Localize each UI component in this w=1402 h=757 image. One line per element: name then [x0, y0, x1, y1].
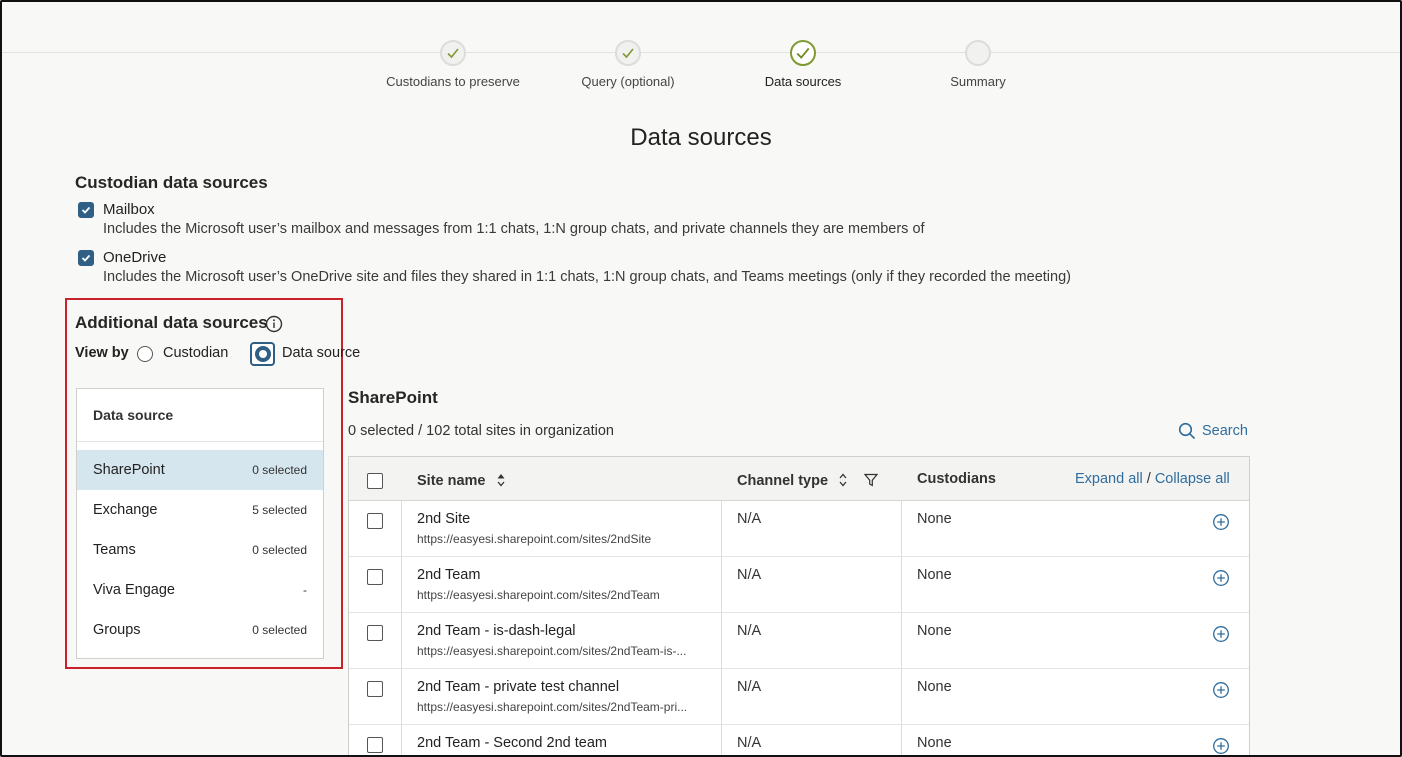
- search-icon: [1178, 422, 1196, 440]
- mailbox-description: Includes the Microsoft user’s mailbox an…: [103, 221, 925, 237]
- info-icon[interactable]: [265, 315, 283, 333]
- ds-item-sharepoint[interactable]: SharePoint 0 selected: [77, 450, 323, 490]
- check-icon: [440, 40, 466, 66]
- sharepoint-title: SharePoint: [348, 388, 438, 407]
- view-by-custodian-label: Custodian: [163, 345, 229, 361]
- row-checkbox[interactable]: [367, 625, 383, 641]
- data-source-panel: Data source SharePoint 0 selected Exchan…: [76, 388, 324, 659]
- custodians-value: None: [917, 567, 952, 583]
- channel-type-header[interactable]: Channel type: [737, 472, 879, 489]
- site-name: 2nd Site: [417, 511, 471, 527]
- search-label: Search: [1202, 423, 1248, 439]
- sort-icon[interactable]: [496, 472, 506, 488]
- onedrive-description: Includes the Microsoft user’s OneDrive s…: [103, 269, 1071, 285]
- site-name: 2nd Team - Second 2nd team: [417, 735, 607, 751]
- add-custodian-icon[interactable]: [1212, 737, 1230, 755]
- collapse-all-link[interactable]: Collapse all: [1155, 471, 1230, 487]
- step-label: Summary: [950, 74, 1006, 89]
- ds-item-exchange[interactable]: Exchange 5 selected: [77, 490, 323, 530]
- view-by-data-source-radio[interactable]: [250, 342, 275, 366]
- view-by-label: View by: [75, 345, 129, 361]
- additional-sources-heading: Additional data sources: [75, 313, 268, 332]
- site-url: https://easyesi.sharepoint.com/sites/2nd…: [417, 532, 652, 546]
- ds-item-name: SharePoint: [93, 462, 165, 478]
- view-by-data-source-label: Data source: [282, 345, 361, 361]
- row-checkbox[interactable]: [367, 681, 383, 697]
- search-button[interactable]: Search: [1178, 422, 1248, 440]
- add-custodian-icon[interactable]: [1212, 681, 1230, 699]
- ds-item-teams[interactable]: Teams 0 selected: [77, 530, 323, 570]
- site-url: https://easyesi.sharepoint.com/sites/2nd…: [417, 588, 660, 602]
- custodians-value: None: [917, 623, 952, 639]
- ds-item-count: 0 selected: [252, 463, 307, 477]
- row-checkbox[interactable]: [367, 569, 383, 585]
- onedrive-checkbox[interactable]: [78, 250, 94, 266]
- sort-icon[interactable]: [838, 472, 848, 488]
- ds-item-count: 0 selected: [252, 543, 307, 557]
- custodians-value: None: [917, 511, 952, 527]
- site-name: 2nd Team - private test channel: [417, 679, 620, 695]
- step-label: Query (optional): [581, 74, 675, 89]
- step-custodians[interactable]: Custodians to preserve: [363, 40, 543, 89]
- channel-type: N/A: [737, 623, 762, 639]
- step-data-sources[interactable]: Data sources: [713, 40, 893, 89]
- select-all-checkbox[interactable]: [367, 473, 383, 489]
- sites-table: Site name Channel type Custodians Expand: [348, 456, 1250, 755]
- custodians-header: Custodians: [917, 471, 996, 487]
- sharepoint-count: 0 selected / 102 total sites in organiza…: [348, 423, 614, 439]
- channel-type: N/A: [737, 679, 762, 695]
- custodians-value: None: [917, 679, 952, 695]
- custodian-sources-heading: Custodian data sources: [75, 173, 268, 192]
- table-row[interactable]: 2nd Team - Second 2nd team N/A None: [349, 725, 1249, 755]
- row-checkbox[interactable]: [367, 513, 383, 529]
- ds-item-count: 5 selected: [252, 503, 307, 517]
- expand-all-link[interactable]: Expand all: [1075, 471, 1143, 487]
- site-url: https://easyesi.sharepoint.com/sites/2nd…: [417, 644, 687, 658]
- view-by-custodian-radio[interactable]: [137, 346, 153, 362]
- step-query[interactable]: Query (optional): [538, 40, 718, 89]
- ds-item-viva-engage[interactable]: Viva Engage -: [77, 570, 323, 610]
- step-label: Data sources: [764, 74, 842, 89]
- table-row[interactable]: 2nd Team - private test channel https://…: [349, 669, 1249, 725]
- site-name-header[interactable]: Site name: [417, 472, 506, 489]
- check-icon: [790, 40, 816, 66]
- site-name: 2nd Team - is-dash-legal: [417, 623, 576, 639]
- site-url: https://easyesi.sharepoint.com/sites/2nd…: [417, 700, 688, 714]
- step-label: Custodians to preserve: [386, 74, 520, 89]
- channel-type: N/A: [737, 511, 762, 527]
- table-row[interactable]: 2nd Team - is-dash-legal https://easyesi…: [349, 613, 1249, 669]
- add-custodian-icon[interactable]: [1212, 625, 1230, 643]
- ds-item-name: Groups: [93, 622, 141, 638]
- step-summary[interactable]: Summary: [888, 40, 1068, 89]
- add-custodian-icon[interactable]: [1212, 569, 1230, 587]
- expand-collapse-links: Expand all / Collapse all: [1075, 471, 1230, 487]
- custodians-value: None: [917, 735, 952, 751]
- channel-type: N/A: [737, 735, 762, 751]
- ds-item-count: -: [303, 583, 307, 597]
- ds-item-count: 0 selected: [252, 623, 307, 637]
- mailbox-checkbox[interactable]: [78, 202, 94, 218]
- ds-item-name: Exchange: [93, 502, 158, 518]
- check-icon: [615, 40, 641, 66]
- channel-type: N/A: [737, 567, 762, 583]
- add-custodian-icon[interactable]: [1212, 513, 1230, 531]
- onedrive-label: OneDrive: [103, 249, 167, 266]
- table-row[interactable]: 2nd Site https://easyesi.sharepoint.com/…: [349, 501, 1249, 557]
- row-checkbox[interactable]: [367, 737, 383, 753]
- page-title: Data sources: [630, 124, 772, 151]
- table-row[interactable]: 2nd Team https://easyesi.sharepoint.com/…: [349, 557, 1249, 613]
- step-pending-circle: [965, 40, 991, 66]
- mailbox-label: Mailbox: [103, 201, 155, 218]
- ds-item-name: Viva Engage: [93, 582, 175, 598]
- app-frame: Custodians to preserve Query (optional) …: [0, 0, 1402, 757]
- table-header-row: Site name Channel type Custodians Expand: [349, 457, 1249, 501]
- ds-item-name: Teams: [93, 542, 136, 558]
- ds-item-groups[interactable]: Groups 0 selected: [77, 610, 323, 650]
- checkmark-icon: [81, 254, 91, 262]
- site-name: 2nd Team: [417, 567, 481, 583]
- checkmark-icon: [81, 206, 91, 214]
- data-source-panel-header: Data source: [77, 389, 323, 442]
- filter-icon[interactable]: [863, 473, 879, 487]
